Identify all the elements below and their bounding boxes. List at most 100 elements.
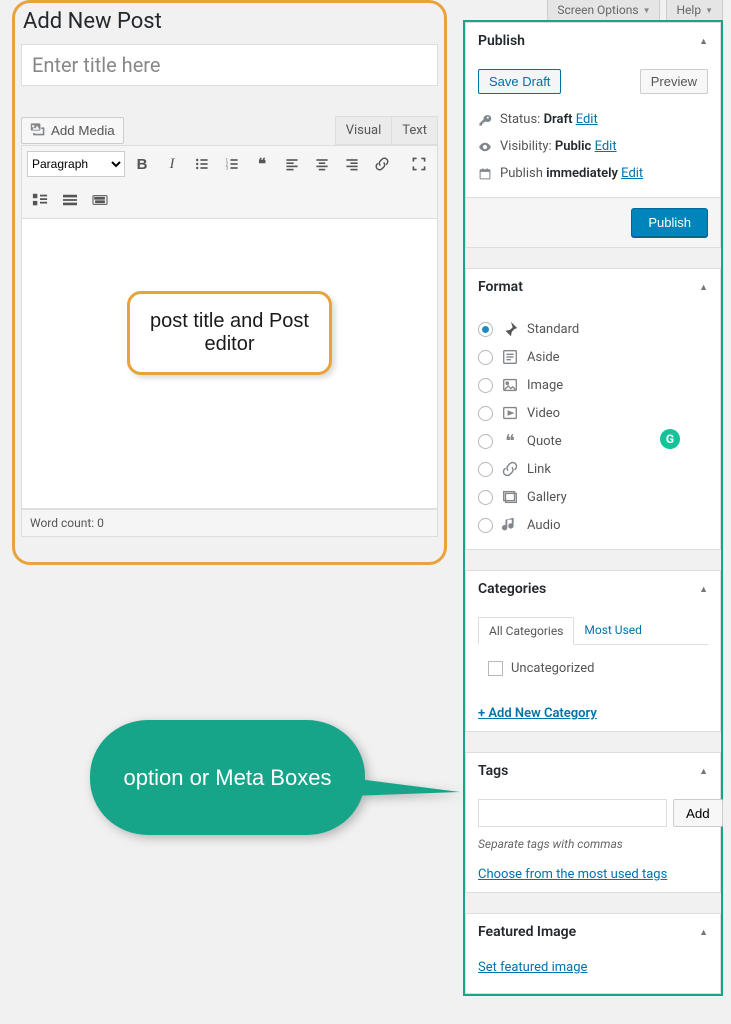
- screen-options-label: Screen Options: [557, 3, 638, 17]
- featured-header[interactable]: Featured Image ▲: [466, 914, 720, 950]
- format-label: Audio: [527, 518, 560, 533]
- edit-status-link[interactable]: Edit: [576, 112, 598, 127]
- editor-content-area[interactable]: post title and Post editor: [21, 219, 438, 509]
- publish-metabox: Publish ▲ Save Draft Preview Status: Dra…: [465, 22, 721, 248]
- format-label: Standard: [527, 322, 579, 337]
- grammarly-badge-icon[interactable]: G: [660, 429, 680, 449]
- categories-header[interactable]: Categories ▲: [466, 571, 720, 607]
- status-value: Draft: [544, 112, 573, 127]
- format-label: Link: [527, 462, 551, 477]
- format-label: Image: [527, 378, 563, 393]
- publish-header[interactable]: Publish ▲: [466, 23, 720, 59]
- format-video[interactable]: Video: [478, 399, 708, 427]
- word-count: Word count: 0: [21, 509, 438, 537]
- video-icon: [501, 404, 519, 422]
- format-image[interactable]: Image: [478, 371, 708, 399]
- tags-input[interactable]: [478, 799, 667, 827]
- page-title: Add New Post: [21, 9, 438, 34]
- publish-title: Publish: [478, 33, 525, 49]
- preview-button[interactable]: Preview: [640, 69, 708, 94]
- tags-title: Tags: [478, 763, 508, 779]
- link-icon: [501, 460, 519, 478]
- fullscreen-button[interactable]: [406, 151, 432, 177]
- pin-icon: [501, 320, 519, 338]
- align-right-button[interactable]: [339, 151, 365, 177]
- visual-tab[interactable]: Visual: [335, 116, 392, 145]
- annotation-meta-boxes-label: option or Meta Boxes: [90, 720, 365, 835]
- toolbar-toggle-button[interactable]: [27, 187, 53, 213]
- italic-button[interactable]: I: [159, 151, 185, 177]
- radio-icon: [478, 490, 493, 505]
- calendar-icon: [478, 167, 492, 181]
- screen-options-tab[interactable]: Screen Options ▼: [547, 0, 660, 21]
- categories-metabox: Categories ▲ All Categories Most Used Un…: [465, 570, 721, 732]
- categories-tab-all[interactable]: All Categories: [478, 617, 574, 645]
- tags-popular-link[interactable]: Choose from the most used tags: [478, 867, 667, 882]
- radio-icon: [478, 462, 493, 477]
- gallery-icon: [501, 488, 519, 506]
- collapse-icon: ▲: [699, 36, 708, 47]
- checkbox-icon: [488, 661, 503, 676]
- eye-icon: [478, 140, 492, 154]
- media-icon: [30, 121, 46, 140]
- radio-icon: [478, 378, 493, 393]
- format-aside[interactable]: Aside: [478, 343, 708, 371]
- image-icon: [501, 376, 519, 394]
- add-tag-button[interactable]: Add: [673, 799, 723, 827]
- editor-panel-annotation: Add New Post Add Media Visual Text Parag…: [12, 0, 447, 565]
- radio-icon: [478, 434, 493, 449]
- tags-metabox: Tags ▲ Add Separate tags with commas Cho…: [465, 752, 721, 893]
- help-tab[interactable]: Help ▼: [666, 0, 723, 21]
- hr-button[interactable]: [57, 187, 83, 213]
- speech-tail-icon: [350, 778, 460, 796]
- editor-toolbar: Paragraph B I 123 ❝: [21, 145, 438, 219]
- collapse-icon: ▲: [699, 927, 708, 938]
- text-tab[interactable]: Text: [391, 116, 438, 145]
- align-left-button[interactable]: [279, 151, 305, 177]
- radio-icon: [478, 350, 493, 365]
- categories-tab-most[interactable]: Most Used: [574, 617, 652, 645]
- dropdown-icon: ▼: [643, 6, 651, 15]
- save-draft-button[interactable]: Save Draft: [478, 69, 561, 94]
- format-label: Aside: [527, 350, 560, 365]
- keyboard-button[interactable]: [87, 187, 113, 213]
- add-category-link[interactable]: + Add New Category: [478, 706, 597, 721]
- format-gallery[interactable]: Gallery: [478, 483, 708, 511]
- edit-publish-link[interactable]: Edit: [621, 166, 643, 181]
- annotation-editor-label: post title and Post editor: [127, 291, 332, 375]
- blockquote-button[interactable]: ❝: [249, 151, 275, 177]
- category-item-uncategorized[interactable]: Uncategorized: [488, 661, 698, 676]
- radio-icon: [478, 406, 493, 421]
- add-media-label: Add Media: [51, 123, 115, 138]
- format-link[interactable]: Link: [478, 455, 708, 483]
- visibility-value: Public: [555, 139, 591, 154]
- schedule-value: immediately: [546, 166, 618, 181]
- paragraph-select[interactable]: Paragraph: [27, 151, 125, 177]
- edit-visibility-link[interactable]: Edit: [595, 139, 617, 154]
- dropdown-icon: ▼: [705, 6, 713, 15]
- radio-icon: [478, 518, 493, 533]
- featured-image-metabox: Featured Image ▲ Set featured image: [465, 913, 721, 994]
- collapse-icon: ▲: [699, 766, 708, 777]
- link-button[interactable]: [369, 151, 395, 177]
- collapse-icon: ▲: [699, 282, 708, 293]
- set-featured-image-link[interactable]: Set featured image: [478, 960, 587, 975]
- format-standard[interactable]: Standard: [478, 315, 708, 343]
- bold-button[interactable]: B: [129, 151, 155, 177]
- numbered-list-button[interactable]: 123: [219, 151, 245, 177]
- tags-header[interactable]: Tags ▲: [466, 753, 720, 789]
- collapse-icon: ▲: [699, 584, 708, 595]
- format-label: Quote: [527, 434, 562, 449]
- quote-icon: ❝: [501, 432, 519, 450]
- publish-button[interactable]: Publish: [631, 208, 708, 237]
- format-header[interactable]: Format ▲: [466, 269, 720, 305]
- format-label: Gallery: [527, 490, 567, 505]
- meta-boxes-panel-annotation: Publish ▲ Save Draft Preview Status: Dra…: [463, 20, 723, 996]
- align-center-button[interactable]: [309, 151, 335, 177]
- key-icon: [478, 113, 492, 127]
- post-title-input[interactable]: [21, 44, 438, 86]
- format-audio[interactable]: Audio: [478, 511, 708, 539]
- add-media-button[interactable]: Add Media: [21, 117, 124, 144]
- bullet-list-button[interactable]: [189, 151, 215, 177]
- svg-text:3: 3: [226, 167, 229, 172]
